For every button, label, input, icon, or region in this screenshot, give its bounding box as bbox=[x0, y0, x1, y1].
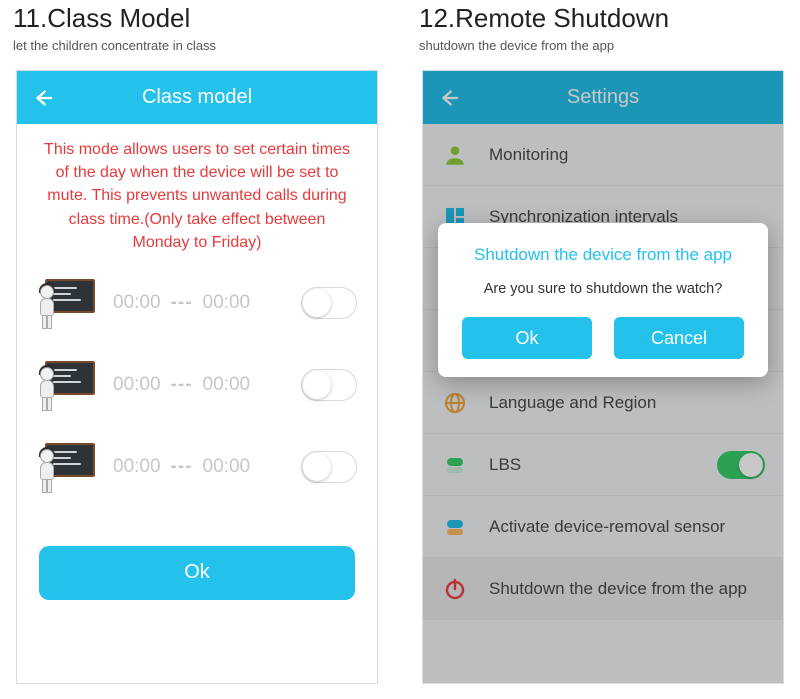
back-arrow-icon[interactable] bbox=[31, 87, 53, 109]
section-subtitle-right: shutdown the device from the app bbox=[419, 38, 614, 53]
slot-enable-toggle[interactable] bbox=[301, 287, 357, 319]
settings-screen: Settings Monitoring Synchronization inte… bbox=[422, 70, 784, 684]
chalkboard-icon bbox=[35, 359, 95, 411]
class-model-description: This mode allows users to set certain ti… bbox=[17, 124, 377, 262]
dialog-ok-button[interactable]: Ok bbox=[462, 317, 592, 359]
class-model-screen: Class model This mode allows users to se… bbox=[16, 70, 378, 684]
slot-enable-toggle[interactable] bbox=[301, 369, 357, 401]
modal-overlay[interactable] bbox=[423, 71, 783, 683]
time-slot: 00:00 --- 00:00 bbox=[17, 262, 377, 344]
slot-start-time[interactable]: 00:00 bbox=[113, 292, 161, 314]
class-model-header: Class model bbox=[17, 71, 377, 124]
dialog-title: Shutdown the device from the app bbox=[456, 245, 750, 265]
class-model-ok-button[interactable]: Ok bbox=[39, 546, 355, 600]
dialog-message: Are you sure to shutdown the watch? bbox=[456, 281, 750, 297]
slot-start-time[interactable]: 00:00 bbox=[113, 456, 161, 478]
chalkboard-icon bbox=[35, 441, 95, 493]
shutdown-confirm-dialog: Shutdown the device from the app Are you… bbox=[438, 223, 768, 377]
slot-end-time[interactable]: 00:00 bbox=[203, 292, 251, 314]
time-separator: --- bbox=[171, 456, 193, 478]
time-separator: --- bbox=[171, 374, 193, 396]
time-slot: 00:00 --- 00:00 bbox=[17, 344, 377, 426]
section-title-left: 11.Class Model bbox=[13, 3, 190, 34]
section-title-right: 12.Remote Shutdown bbox=[419, 3, 669, 34]
dialog-cancel-button[interactable]: Cancel bbox=[614, 317, 744, 359]
class-model-header-title: Class model bbox=[142, 86, 252, 109]
time-separator: --- bbox=[171, 292, 193, 314]
chalkboard-icon bbox=[35, 277, 95, 329]
slot-start-time[interactable]: 00:00 bbox=[113, 374, 161, 396]
section-subtitle-left: let the children concentrate in class bbox=[13, 38, 216, 53]
slot-end-time[interactable]: 00:00 bbox=[203, 374, 251, 396]
slot-end-time[interactable]: 00:00 bbox=[203, 456, 251, 478]
slot-enable-toggle[interactable] bbox=[301, 451, 357, 483]
time-slot: 00:00 --- 00:00 bbox=[17, 426, 377, 508]
